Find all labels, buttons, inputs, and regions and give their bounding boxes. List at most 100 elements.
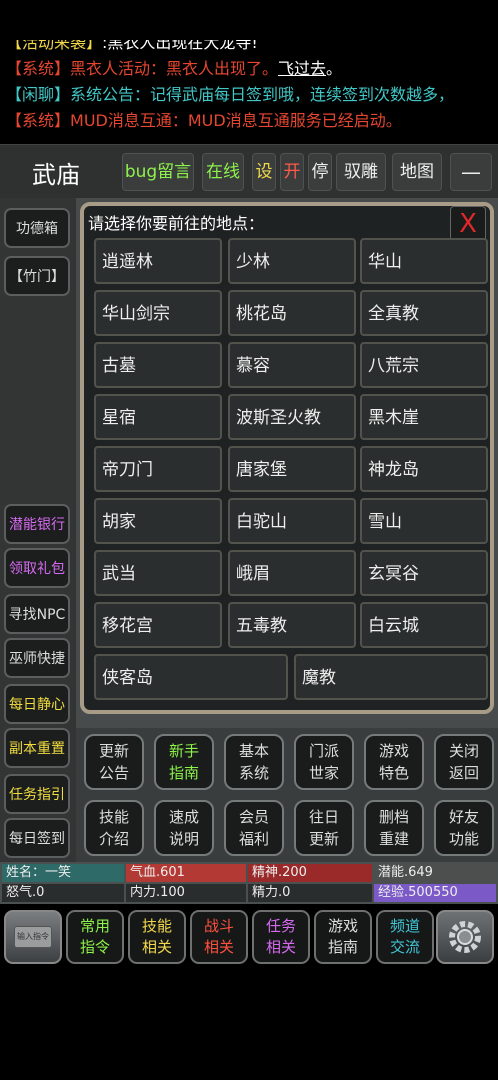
online-button[interactable]: 在线 <box>202 153 244 191</box>
destination-button[interactable]: 胡家 <box>94 498 222 544</box>
skills-button[interactable]: 技能 相关 <box>128 910 186 964</box>
destination-button[interactable]: 八荒宗 <box>360 342 488 388</box>
command-input-label: 输入指令 <box>14 926 52 948</box>
bug-report-button[interactable]: bug留言 <box>122 153 194 191</box>
neili-stat: 内力.100 <box>126 884 246 902</box>
close-button[interactable]: X <box>450 206 486 242</box>
button-label: 指南 <box>168 764 199 782</box>
chat-tag: 【系统】 <box>6 111 71 130</box>
status-bar: 姓名：一笑 气血.601 精神.200 潜能.649 怒气.0 内力.100 精… <box>0 862 498 904</box>
map-button[interactable]: 地图 <box>392 153 442 191</box>
game-guide-button[interactable]: 游戏 指南 <box>314 910 372 964</box>
button-label: 游戏 <box>327 917 358 935</box>
chat-tag: 【系统】 <box>6 59 71 78</box>
button-label: 福利 <box>238 830 269 848</box>
quest-button[interactable]: 任务 相关 <box>252 910 310 964</box>
button-label: 技能 <box>141 917 172 935</box>
daily-signin-button[interactable]: 每日签到 <box>4 818 70 858</box>
chat-text: MUD消息互通：MUD消息互通服务已经启动。 <box>70 111 402 130</box>
button-label: 基本 <box>238 742 269 760</box>
claim-gift-button[interactable]: 领取礼包 <box>4 548 70 588</box>
quick-guide-button[interactable]: 速成 说明 <box>154 800 214 856</box>
vip-benefits-button[interactable]: 会员 福利 <box>224 800 284 856</box>
task-guide-button[interactable]: 任务指引 <box>4 774 70 814</box>
destination-button[interactable]: 古墓 <box>94 342 222 388</box>
newbie-guide-button[interactable]: 新手 指南 <box>154 734 214 790</box>
destination-button[interactable]: 峨眉 <box>228 550 356 596</box>
common-commands-button[interactable]: 常用 指令 <box>66 910 124 964</box>
destination-button[interactable]: 神龙岛 <box>360 446 488 492</box>
chat-text: 。 <box>326 59 343 78</box>
fly-there-link[interactable]: 飞过去 <box>278 59 326 78</box>
button-label: 指南 <box>327 938 358 956</box>
wizard-shortcut-button[interactable]: 巫师快捷 <box>4 638 70 678</box>
destination-button[interactable]: 移花宫 <box>94 602 222 648</box>
button-label: 返回 <box>448 764 479 782</box>
friends-button[interactable]: 好友 功能 <box>434 800 494 856</box>
chat-text: 黑衣人活动：黑衣人出现了。 <box>70 59 279 78</box>
chat-tag: 【活动来袭】 <box>6 40 103 52</box>
name-stat: 姓名：一笑 <box>2 864 124 882</box>
sect-family-button[interactable]: 门派 世家 <box>294 734 354 790</box>
destination-button[interactable]: 雪山 <box>360 498 488 544</box>
channel-button[interactable]: 频道 交流 <box>376 910 434 964</box>
destination-button[interactable]: 五毒教 <box>228 602 356 648</box>
destination-button[interactable]: 波斯圣火教 <box>228 394 356 440</box>
dungeon-reset-button[interactable]: 副本重置 <box>4 728 70 768</box>
destination-button[interactable]: 桃花岛 <box>228 290 356 336</box>
chat-tag: 【闲聊】 <box>6 85 71 104</box>
button-label: 更新 <box>308 830 339 848</box>
destination-button[interactable]: 白云城 <box>360 602 488 648</box>
update-notice-button[interactable]: 更新 公告 <box>84 734 144 790</box>
footer-toolbar: 输入指令 常用 指令 技能相关 战斗 相关 任务 相关 游戏指南 频道交流 <box>0 904 498 970</box>
past-updates-button[interactable]: 往日 更新 <box>294 800 354 856</box>
merit-box-button[interactable]: 功德箱 <box>4 208 70 248</box>
button-label: 技能 <box>98 808 129 826</box>
destination-button[interactable]: 白驼山 <box>228 498 356 544</box>
close-return-button[interactable]: 关闭 返回 <box>434 734 494 790</box>
collapse-button[interactable]: — <box>450 153 492 191</box>
destination-button[interactable]: 魔教 <box>294 654 488 700</box>
ride-eagle-button[interactable]: 驭雕 <box>336 153 386 191</box>
destination-button[interactable]: 帝刀门 <box>94 446 222 492</box>
button-label: 交流 <box>389 938 420 956</box>
potential-bank-button[interactable]: 潜能银行 <box>4 504 70 544</box>
button-label: 常用 <box>79 917 110 935</box>
button-label: 频道 <box>389 917 420 935</box>
stop-button[interactable]: 停 <box>308 153 332 191</box>
button-label: 战斗 <box>203 917 234 935</box>
skill-intro-button[interactable]: 技能 介绍 <box>84 800 144 856</box>
button-label: 关闭 <box>448 742 479 760</box>
function-grid: 更新 公告 新手 指南 基本 系统 门派 世家 游戏 特色 关闭 返回 技能 介绍 速成 说明 会员 福利 往日 更新… <box>76 728 498 862</box>
destination-button[interactable]: 慕容 <box>228 342 356 388</box>
destination-button[interactable]: 黑木崖 <box>360 394 488 440</box>
rage-stat: 怒气.0 <box>2 884 124 902</box>
settings-button[interactable]: 设 <box>252 153 276 191</box>
bamboo-door-button[interactable]: 【竹门】 <box>4 256 70 296</box>
destination-button[interactable]: 玄冥谷 <box>360 550 488 596</box>
button-label: 新手 <box>168 742 199 760</box>
battle-button[interactable]: 战斗 相关 <box>190 910 248 964</box>
destination-button[interactable]: 华山 <box>360 238 488 284</box>
find-npc-button[interactable]: 寻找NPC <box>4 594 70 634</box>
basic-system-button[interactable]: 基本 系统 <box>224 734 284 790</box>
open-button[interactable]: 开 <box>280 153 304 191</box>
destination-button[interactable]: 星宿 <box>94 394 222 440</box>
exp-stat: 经验.500550 <box>374 884 496 902</box>
destination-button[interactable]: 全真教 <box>360 290 488 336</box>
destination-button[interactable]: 侠客岛 <box>94 654 288 700</box>
gear-settings-button[interactable] <box>436 910 494 964</box>
destination-button[interactable]: 少林 <box>228 238 356 284</box>
button-label: 重建 <box>378 830 409 848</box>
game-features-button[interactable]: 游戏 特色 <box>364 734 424 790</box>
chat-line: 【系统】MUD消息互通：MUD消息互通服务已经启动。 <box>6 108 498 134</box>
destination-button[interactable]: 唐家堡 <box>228 446 356 492</box>
destination-button[interactable]: 逍遥林 <box>94 238 222 284</box>
destination-button[interactable]: 武当 <box>94 550 222 596</box>
daily-meditation-button[interactable]: 每日静心 <box>4 684 70 724</box>
button-label: 相关 <box>141 938 172 956</box>
button-label: 公告 <box>98 764 129 782</box>
command-input-button[interactable]: 输入指令 <box>4 910 62 964</box>
delete-rebuild-button[interactable]: 删档 重建 <box>364 800 424 856</box>
destination-button[interactable]: 华山剑宗 <box>94 290 222 336</box>
